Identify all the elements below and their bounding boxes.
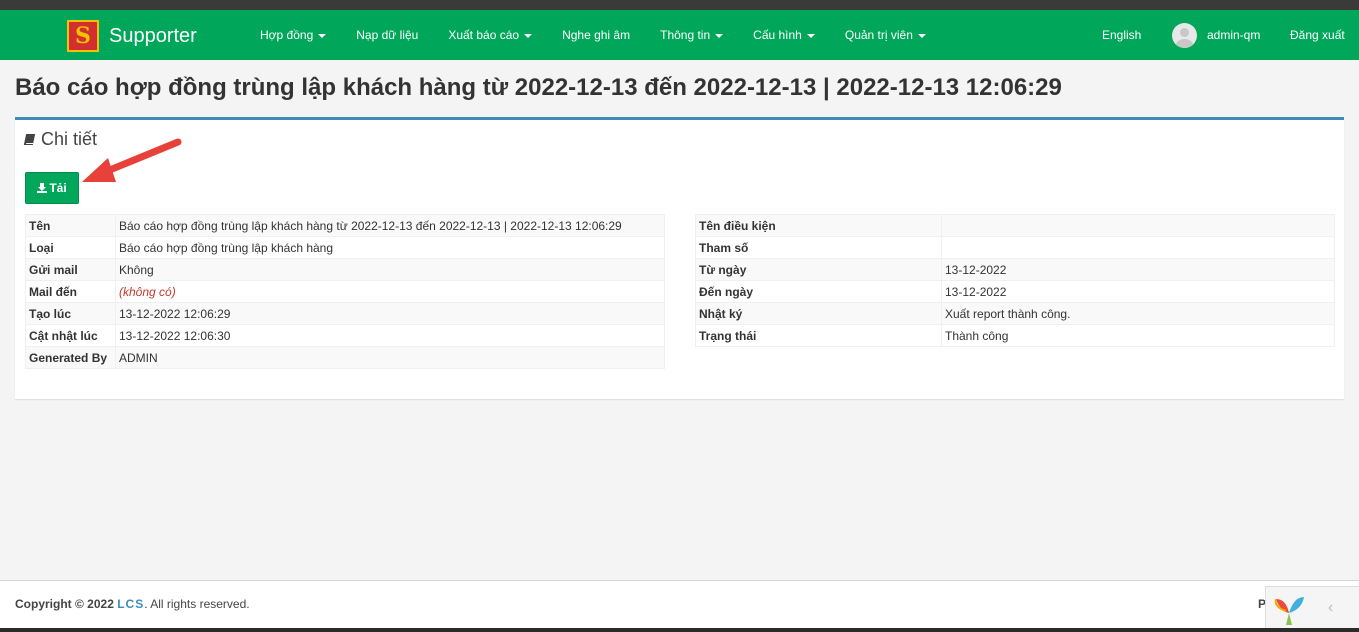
panel-title: Chi tiết [23,129,98,150]
row-label: Generated By [25,346,116,369]
table-row: Tên điều kiện [695,214,1335,237]
row-value: Thành công [941,324,1335,347]
row-value: ADMIN [115,346,665,369]
row-label: Tên [25,214,116,237]
row-label: Loại [25,236,116,259]
row-label: Nhật ký [695,302,942,325]
table-row: Gửi mail Không [25,258,665,281]
table-row: Mail đến (không có) [25,280,665,303]
caret-down-icon [318,33,327,38]
table-row: Loại Báo cáo hợp đồng trùng lập khách hàn… [25,236,665,259]
table-row: Từ ngày 13-12-2022 [695,258,1335,281]
brand[interactable]: S Supporter [67,20,197,52]
row-value: Xuất report thành công. [941,302,1335,325]
row-value: Báo cáo hợp đồng trùng lập khách hàng [115,236,665,259]
download-button[interactable]: Tải [25,172,79,204]
menu-nghe-ghi-am[interactable]: Nghe ghi âm [547,10,645,60]
table-row: Tên Báo cáo hợp đồng trùng lập khách hàng… [25,214,665,237]
chevron-left-icon[interactable]: ‹ [1328,599,1333,617]
company-link[interactable]: LCS [117,597,144,611]
row-value: 13-12-2022 [941,258,1335,281]
table-row: Cật nhật lúc 13-12-2022 12:06:30 [25,324,665,347]
row-label: Mail đến [25,280,116,303]
empty-value: (không có) [119,284,176,299]
caret-down-icon [715,33,724,38]
row-value: Báo cáo hợp đồng trùng lập khách hàng từ… [115,214,665,237]
menu-xuat-bao-cao[interactable]: Xuất báo cáo [433,10,547,60]
caret-down-icon [806,33,815,38]
row-value: 13-12-2022 [941,280,1335,303]
row-label: Tên điều kiện [695,214,942,237]
caret-down-icon [524,33,533,38]
book-icon [23,134,36,145]
download-icon [37,183,48,193]
page-title: Báo cáo hợp đồng trùng lập khách hàng từ… [15,74,1062,101]
yii-logo-icon [1274,597,1304,625]
row-value: 13-12-2022 12:06:30 [115,324,665,347]
menu-thong-tin[interactable]: Thông tin [645,10,738,60]
detail-panel: Chi tiết Tải Tên Báo cáo hợp đồng trùng l… [15,117,1344,399]
brand-name: Supporter [109,24,197,47]
row-label: Đến ngày [695,280,942,303]
row-label: Trạng thái [695,324,942,347]
table-row: Trạng thái Thành công [695,324,1335,347]
top-navbar: S Supporter Hợp đồng Nạp dữ liệu Xuất bá… [0,10,1359,60]
row-value: Không [115,258,665,281]
panel-title-text: Chi tiết [41,129,98,149]
caret-down-icon [917,33,926,38]
table-row: Generated By ADMIN [25,346,665,369]
user-avatar-icon[interactable] [1172,23,1197,48]
main-menu: Hợp đồng Nạp dữ liệu Xuất báo cáo Nghe g… [245,10,941,60]
debug-toolbar[interactable]: ‹ [1265,586,1359,632]
table-row: Nhật ký Xuất report thành công. [695,302,1335,325]
row-label: Từ ngày [695,258,942,281]
bottom-strip [0,628,1359,632]
row-label: Cật nhật lúc [25,324,116,347]
logo-icon: S [67,20,99,52]
download-label: Tải [49,181,67,195]
row-label: Tạo lúc [25,302,116,325]
row-label: Gửi mail [25,258,116,281]
copyright: Copyright © 2022 LCS. All rights reserve… [15,597,250,611]
row-value: 13-12-2022 12:06:29 [115,302,665,325]
detail-table-right: Tên điều kiện Tham số Từ ngày 13-12-2022 … [695,214,1335,347]
table-row: Tham số [695,236,1335,259]
logout-link[interactable]: Đăng xuất [1290,10,1345,60]
language-switch[interactable]: English [1102,10,1141,60]
row-label: Tham số [695,236,942,259]
table-row: Đến ngày 13-12-2022 [695,280,1335,303]
page-footer: Copyright © 2022 LCS. All rights reserve… [0,580,1359,628]
menu-cau-hinh[interactable]: Cấu hình [738,10,830,60]
row-value [941,214,1335,237]
table-row: Tạo lúc 13-12-2022 12:06:29 [25,302,665,325]
menu-hop-dong[interactable]: Hợp đồng [245,10,341,60]
top-strip [0,0,1359,10]
row-value: (không có) [115,280,665,303]
user-menu[interactable]: admin-qm [1207,10,1260,60]
menu-nap-du-lieu[interactable]: Nạp dữ liệu [341,10,433,60]
menu-quan-tri-vien[interactable]: Quản trị viên [830,10,941,60]
detail-table-left: Tên Báo cáo hợp đồng trùng lập khách hàng… [25,214,665,369]
row-value [941,236,1335,259]
